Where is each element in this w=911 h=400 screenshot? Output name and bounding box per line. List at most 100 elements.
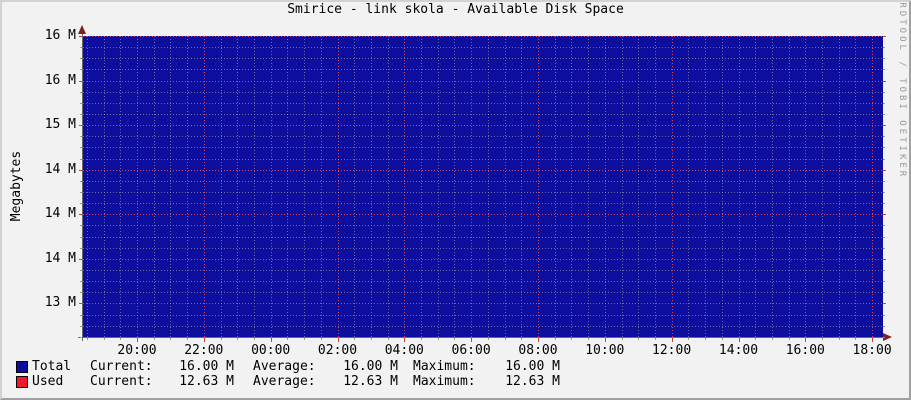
y-axis-tick-label: 13 M xyxy=(44,295,76,311)
x-tick-minor xyxy=(621,338,623,340)
gridline-horizontal-minor xyxy=(83,158,883,160)
y-tick-major xyxy=(79,125,82,127)
gridline-horizontal-minor xyxy=(83,147,883,149)
y-tick-minor xyxy=(80,91,82,93)
x-tick-minor xyxy=(588,338,590,340)
legend-swatch-used-icon xyxy=(16,376,28,388)
x-axis-tick-label: 06:00 xyxy=(451,343,491,358)
y-tick-minor xyxy=(80,336,82,338)
y-tick-minor xyxy=(80,69,82,71)
gridline-horizontal-minor xyxy=(83,102,883,104)
y-tick-minor xyxy=(80,236,82,238)
gridline-horizontal-minor xyxy=(83,192,883,193)
y-tick-minor xyxy=(883,192,885,193)
y-tick-major xyxy=(883,169,886,171)
y-tick-major xyxy=(79,169,82,171)
y-tick-minor xyxy=(883,136,885,138)
x-tick-major xyxy=(471,338,473,342)
legend-average-value: 12.63 M xyxy=(343,374,398,389)
y-tick-major xyxy=(883,80,886,82)
x-axis-tick-label: 14:00 xyxy=(718,343,759,358)
gridline-horizontal-major xyxy=(83,303,883,305)
gridline-horizontal-minor xyxy=(83,270,883,271)
x-tick-minor xyxy=(504,338,506,340)
gridline-horizontal-major xyxy=(83,36,883,37)
x-tick-minor xyxy=(788,338,790,340)
y-tick-minor xyxy=(80,192,82,193)
y-tick-minor xyxy=(883,325,885,327)
gridline-horizontal-minor xyxy=(83,203,883,205)
y-tick-minor xyxy=(80,102,82,104)
x-tick-major xyxy=(538,338,539,342)
legend-current-value: 16.00 M xyxy=(179,359,234,374)
y-tick-minor xyxy=(80,47,82,49)
x-tick-minor xyxy=(705,338,707,340)
y-tick-minor xyxy=(80,114,82,115)
x-tick-minor xyxy=(855,338,857,340)
y-tick-minor xyxy=(883,270,885,271)
legend-average-value: 16.00 M xyxy=(343,359,398,374)
legend-maximum-value: 12.63 M xyxy=(505,374,560,389)
x-tick-minor xyxy=(187,338,189,340)
gridline-horizontal-major xyxy=(83,214,883,216)
gridline-horizontal-minor xyxy=(83,247,883,249)
x-tick-minor xyxy=(86,338,88,340)
x-axis-line xyxy=(78,337,884,338)
legend: Total Current: 16.00 M Average: 16.00 M Maxim… xyxy=(2,359,909,391)
legend-current-label: Current: xyxy=(90,359,153,374)
y-tick-minor xyxy=(883,147,885,149)
x-tick-minor xyxy=(421,338,422,340)
y-tick-minor xyxy=(883,236,885,238)
y-tick-minor xyxy=(883,158,885,160)
legend-current-label: Current: xyxy=(90,374,153,389)
x-tick-major xyxy=(604,338,606,342)
x-tick-major xyxy=(270,338,272,342)
y-tick-minor xyxy=(80,270,82,271)
y-axis-line xyxy=(82,26,83,341)
x-axis-tick-label: 04:00 xyxy=(384,343,424,358)
gridline-horizontal-major xyxy=(83,80,883,82)
y-tick-minor xyxy=(80,147,82,149)
y-tick-minor xyxy=(883,47,885,49)
y-axis-title: Megabytes xyxy=(9,150,24,222)
x-tick-minor xyxy=(638,338,640,340)
x-axis-tick-label: 10:00 xyxy=(585,343,625,358)
y-tick-major xyxy=(883,258,886,260)
y-tick-minor xyxy=(883,180,885,182)
gridline-horizontal-minor xyxy=(83,69,883,71)
gridline-horizontal-minor xyxy=(83,58,883,60)
gridline-horizontal-minor xyxy=(83,325,883,327)
x-tick-minor xyxy=(688,338,690,340)
x-tick-minor xyxy=(437,338,439,340)
legend-current-value: 12.63 M xyxy=(179,374,234,389)
y-tick-minor xyxy=(883,58,885,60)
y-tick-minor xyxy=(80,325,82,327)
legend-swatch-total-icon xyxy=(16,361,28,373)
x-tick-minor xyxy=(755,338,757,340)
x-axis-tick-label: 08:00 xyxy=(518,343,558,358)
y-tick-minor xyxy=(883,91,885,93)
y-tick-minor xyxy=(883,225,885,227)
y-tick-minor xyxy=(883,247,885,249)
gridline-horizontal-minor xyxy=(83,236,883,238)
x-axis-tick-label: 20:00 xyxy=(117,343,157,358)
y-axis-tick-label: 14 M xyxy=(44,206,76,222)
x-tick-minor xyxy=(838,338,840,340)
x-tick-minor xyxy=(521,338,523,340)
gridline-horizontal-major xyxy=(83,169,883,171)
x-axis-tick-label: 18:00 xyxy=(852,343,892,358)
y-axis-tick-label: 14 M xyxy=(44,161,76,177)
x-tick-minor xyxy=(571,338,573,340)
x-tick-major xyxy=(872,338,874,342)
y-tick-minor xyxy=(883,102,885,104)
x-tick-minor xyxy=(822,338,823,340)
x-axis-tick-label: 12:00 xyxy=(652,343,692,358)
x-tick-minor xyxy=(370,338,372,340)
y-tick-major xyxy=(883,303,886,305)
x-tick-minor xyxy=(304,338,306,340)
y-tick-minor xyxy=(80,58,82,60)
plot-area xyxy=(83,36,883,337)
y-axis-tick-label: 14 M xyxy=(44,250,76,266)
legend-series-name: Total xyxy=(32,359,72,374)
legend-row-total: Total Current: 16.00 M Average: 16.00 M Maxim… xyxy=(2,359,909,374)
